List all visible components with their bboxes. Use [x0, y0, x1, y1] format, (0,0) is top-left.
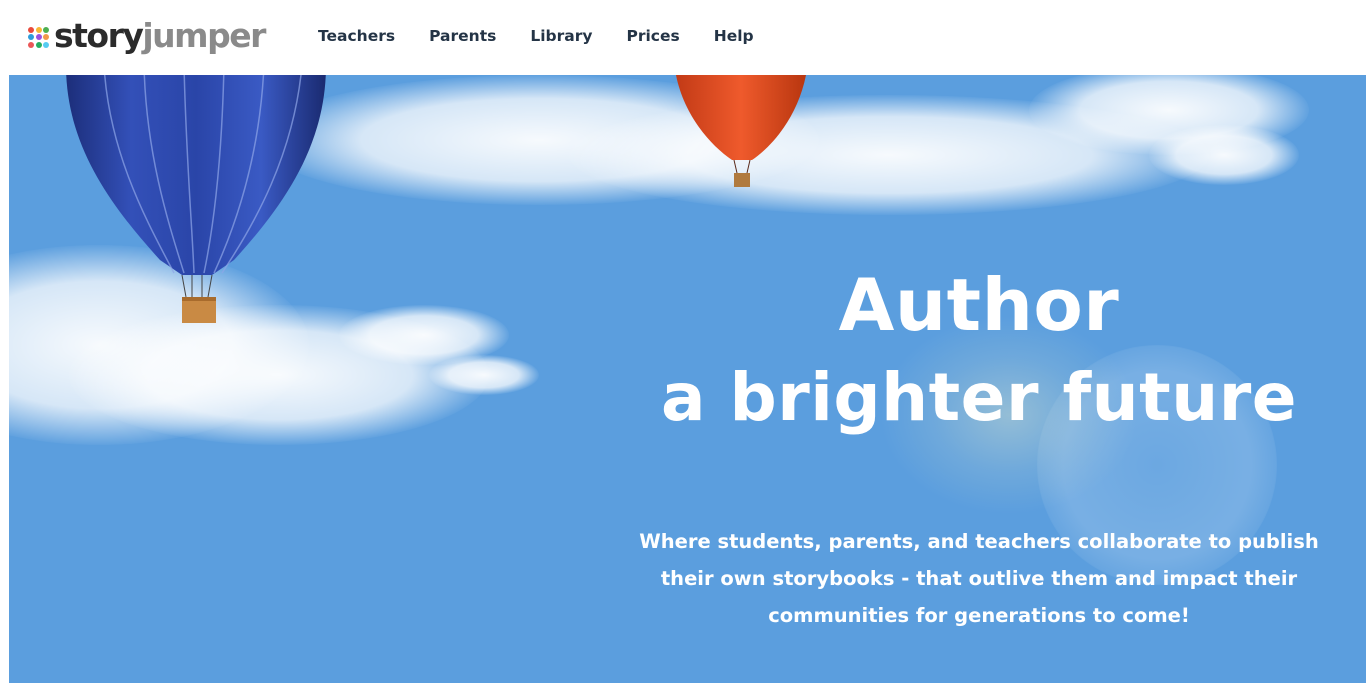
nav-library[interactable]: Library [530, 25, 592, 47]
logo-jumper-text: jumper [142, 15, 266, 55]
hero-subtitle-line: their own storybooks - that outlive them… [660, 567, 1298, 590]
cloud-image [429, 355, 539, 395]
logo-story-text: story [54, 15, 144, 55]
hero-subtitle: Where students, parents, and teachers co… [579, 523, 1366, 634]
logo-dots-icon [28, 26, 49, 48]
blue-hot-air-balloon-image [66, 75, 326, 323]
logo-dot [43, 41, 49, 48]
hero-subtitle-line: communities for generations to come! [768, 604, 1190, 627]
nav-parents[interactable]: Parents [429, 25, 496, 47]
hero-banner: Author a brighter future Where students,… [9, 75, 1366, 683]
logo-dot [28, 41, 34, 48]
hero-subtitle-line: Where students, parents, and teachers co… [639, 530, 1319, 553]
hero-title-line-2: a brighter future [660, 359, 1298, 436]
nav-help[interactable]: Help [714, 25, 754, 47]
logo-dot [35, 26, 42, 33]
logo-wordmark: storyjumper [54, 15, 266, 55]
page: storyjumper Teachers Parents Library Pri… [0, 0, 1366, 683]
logo-dot [28, 26, 34, 33]
cloud-image [1149, 125, 1299, 185]
site-header: storyjumper Teachers Parents Library Pri… [0, 0, 1366, 75]
hero-title-line-1: Author [838, 263, 1120, 347]
logo-dot [43, 26, 49, 33]
red-hot-air-balloon-image [676, 75, 806, 187]
nav-teachers[interactable]: Teachers [318, 25, 395, 47]
logo-dot [35, 34, 42, 40]
nav-prices[interactable]: Prices [626, 25, 679, 47]
logo-dot [28, 34, 34, 40]
logo-dot [35, 41, 42, 48]
main-nav: Teachers Parents Library Prices Help [318, 25, 788, 47]
logo-dot [43, 34, 49, 40]
storyjumper-logo[interactable]: storyjumper [28, 12, 266, 58]
